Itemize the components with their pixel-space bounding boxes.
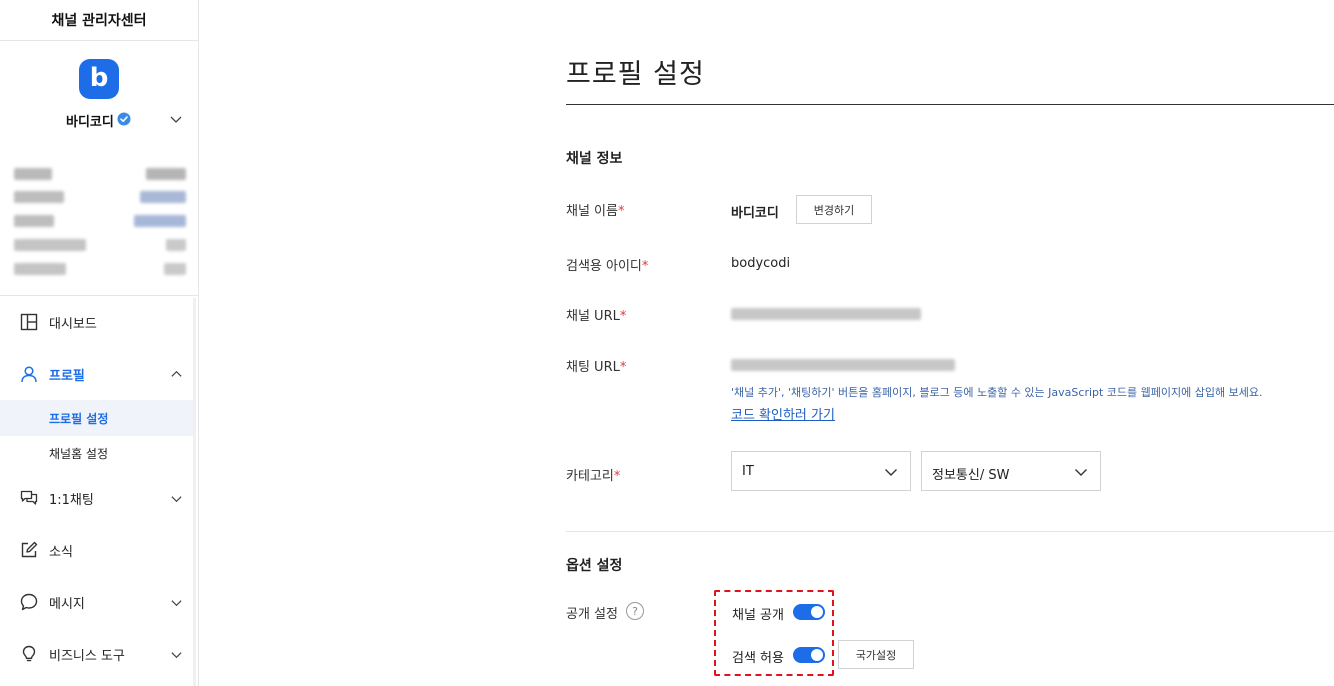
nav-item-news[interactable]: 소식 xyxy=(0,530,194,570)
nav-label: 대시보드 xyxy=(49,316,97,332)
required-mark: * xyxy=(617,204,625,219)
chat-icon xyxy=(20,490,38,505)
country-settings-button[interactable]: 국가설정 xyxy=(838,640,914,669)
verified-badge-icon xyxy=(117,112,131,126)
required-mark: * xyxy=(641,259,649,274)
label-text: 카테고리 xyxy=(566,469,614,484)
channel-logo[interactable]: b xyxy=(79,59,119,99)
visibility-settings-label: 공개 설정 xyxy=(566,607,618,622)
nav-label: 1:1채팅 xyxy=(49,492,94,508)
nav-item-chat[interactable]: 1:1채팅 xyxy=(0,478,194,518)
channel-name-value: 바디코디 xyxy=(731,206,779,221)
sidebar: 채널 관리자센터 b 바디코디 대시보드 프로필 프로필 설정 채널홈 설정 1… xyxy=(0,0,199,686)
section-divider xyxy=(566,531,1334,532)
select-value: IT xyxy=(742,464,754,479)
required-mark: * xyxy=(619,309,627,324)
dashboard-icon xyxy=(20,313,38,331)
channel-name: 바디코디 xyxy=(66,115,114,130)
nav-item-business-tools[interactable]: 비즈니스 도구 xyxy=(0,634,194,674)
nav-label: 비즈니스 도구 xyxy=(49,648,125,664)
required-mark: * xyxy=(613,469,621,484)
sub-item-label: 프로필 설정 xyxy=(49,411,109,426)
nav-item-dashboard[interactable]: 대시보드 xyxy=(0,302,194,342)
section-title-options: 옵션 설정 xyxy=(566,558,623,574)
title-divider xyxy=(566,104,1334,105)
stat-row xyxy=(12,239,186,251)
required-mark: * xyxy=(619,360,627,375)
sidebar-scrollbar[interactable] xyxy=(193,298,196,686)
embed-code-hint: '채널 추가', '채팅하기' 버튼을 홈페이지, 블로그 등에 노출할 수 있… xyxy=(731,386,1263,399)
category-secondary-select[interactable]: 정보통신/ SW xyxy=(921,451,1101,491)
stat-row xyxy=(12,215,186,227)
nav-label: 프로필 xyxy=(49,368,85,384)
channel-url-label: 채널 URL* xyxy=(566,305,626,324)
stat-row xyxy=(12,168,186,180)
app-title: 채널 관리자센터 xyxy=(0,0,198,41)
chat-url-label: 채팅 URL* xyxy=(566,356,626,375)
select-value: 정보통신/ SW xyxy=(932,468,1010,483)
stat-row xyxy=(12,263,186,275)
highlight-annotation-box xyxy=(714,590,834,676)
label-text: 검색용 아이디 xyxy=(566,259,642,274)
chevron-down-icon xyxy=(1075,469,1087,476)
chevron-down-icon xyxy=(171,651,182,658)
channel-name-label: 채널 이름* xyxy=(566,200,624,219)
view-code-link[interactable]: 코드 확인하러 가기 xyxy=(731,404,835,423)
category-label: 카테고리* xyxy=(566,465,620,484)
sub-item-profile-settings[interactable]: 프로필 설정 xyxy=(0,400,194,436)
category-primary-select[interactable]: IT xyxy=(731,451,911,491)
channel-url-value-redacted xyxy=(731,308,921,320)
chevron-down-icon xyxy=(171,495,182,502)
nav-label: 소식 xyxy=(49,544,73,560)
channel-selector[interactable]: 바디코디 xyxy=(0,108,199,132)
message-icon xyxy=(20,593,38,611)
chevron-down-icon xyxy=(171,599,182,606)
search-id-value: bodycodi xyxy=(731,256,791,271)
label-text: 채널 이름 xyxy=(566,204,618,219)
stat-row xyxy=(12,191,186,203)
sub-item-label: 채널홈 설정 xyxy=(49,446,109,461)
help-icon[interactable]: ? xyxy=(626,602,644,620)
label-text: 채팅 URL xyxy=(566,360,620,375)
main-content: 프로필 설정 채널 정보 채널 이름* 바디코디 변경하기 검색용 아이디* b… xyxy=(566,0,1334,686)
search-id-label: 검색용 아이디* xyxy=(566,255,648,274)
edit-icon xyxy=(21,541,38,558)
user-icon xyxy=(21,366,37,383)
chevron-down-icon xyxy=(885,469,897,476)
lightbulb-icon xyxy=(22,645,36,662)
change-channel-name-button[interactable]: 변경하기 xyxy=(796,195,872,224)
label-text: 채널 URL xyxy=(566,309,620,324)
page-title: 프로필 설정 xyxy=(566,59,705,90)
channel-stats-redacted xyxy=(0,148,199,296)
chevron-up-icon xyxy=(171,370,182,377)
channel-logo-letter: b xyxy=(89,62,109,93)
chat-url-value-redacted xyxy=(731,359,955,371)
section-title-channel-info: 채널 정보 xyxy=(566,151,623,167)
nav-label: 메시지 xyxy=(49,596,85,612)
sub-item-channel-home-settings[interactable]: 채널홈 설정 xyxy=(0,435,194,471)
nav-item-message[interactable]: 메시지 xyxy=(0,582,194,622)
nav-item-profile[interactable]: 프로필 xyxy=(0,354,194,394)
chevron-down-icon[interactable] xyxy=(169,112,183,126)
